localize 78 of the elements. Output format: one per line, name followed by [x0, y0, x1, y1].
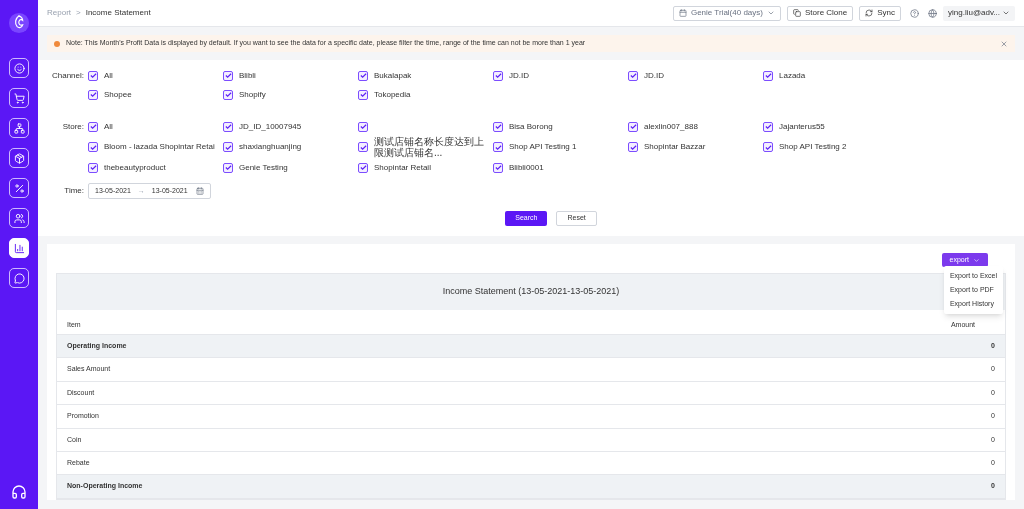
checkbox-label: Genie Testing	[239, 161, 288, 174]
checkbox-label: Bisa Borong	[509, 120, 553, 133]
checkbox-label: Blibli0001	[509, 161, 544, 174]
checkbox-label: Shopintar Bazzar	[644, 141, 706, 153]
user-menu[interactable]: ying.liu@adv...	[943, 5, 1015, 21]
checkbox-label: Bukalapak	[374, 69, 412, 82]
checkbox-label: Tokopedia	[374, 88, 411, 101]
checkbox-label: Shopify	[239, 88, 266, 101]
breadcrumb-current: Income Statement	[85, 7, 151, 19]
checkbox-label: Blibli	[239, 69, 256, 82]
checkbox[interactable]	[88, 142, 98, 152]
checkbox[interactable]	[628, 121, 638, 132]
checkbox[interactable]	[88, 121, 98, 132]
checkbox-label: JD_ID_10007945	[239, 120, 302, 133]
chat-icon[interactable]	[9, 268, 29, 288]
copy-icon	[792, 9, 801, 17]
checkbox[interactable]	[628, 70, 638, 81]
checkbox[interactable]	[223, 121, 233, 132]
help-icon[interactable]	[910, 8, 919, 18]
calendar-icon	[678, 9, 687, 17]
checkbox-label: JD.ID	[509, 69, 529, 82]
users-icon[interactable]	[9, 208, 29, 228]
checkbox-label: All	[104, 120, 113, 133]
chart-icon[interactable]	[9, 238, 29, 258]
checkbox-label: alexlin007_888	[644, 120, 698, 133]
checkbox-label: Shop API Testing 1	[509, 141, 577, 153]
checkbox[interactable]	[493, 121, 503, 132]
filter-label: Store:	[61, 121, 85, 133]
smile-icon[interactable]	[9, 58, 29, 78]
headset-icon[interactable]	[11, 484, 27, 500]
checkbox-label: Shopee	[104, 88, 132, 101]
checkbox[interactable]	[223, 162, 233, 173]
percent-icon[interactable]	[9, 178, 29, 198]
checkbox-label: Bloom - lazada Shopintar Retai	[104, 141, 215, 153]
checkbox[interactable]	[88, 89, 98, 100]
checkbox-label: Jajanterus55	[779, 120, 825, 133]
breadcrumb-separator: >	[76, 7, 81, 19]
hierarchy-icon[interactable]	[9, 118, 29, 138]
checkbox[interactable]	[493, 70, 503, 81]
checkbox-label: Shopintar Retail	[374, 161, 431, 174]
checkbox[interactable]	[628, 142, 638, 152]
checkbox-label: JD.ID	[644, 69, 664, 82]
checkbox[interactable]	[493, 162, 503, 173]
checkbox[interactable]	[358, 162, 368, 173]
checkbox[interactable]	[358, 89, 368, 100]
checkbox[interactable]	[763, 121, 773, 132]
checkbox[interactable]	[358, 121, 368, 132]
chevron-down-icon	[766, 9, 775, 17]
checkbox-label: thebeautyproduct	[104, 161, 166, 174]
cart-icon[interactable]	[9, 88, 29, 108]
checkbox[interactable]	[763, 142, 773, 152]
chevron-down-icon	[973, 256, 980, 264]
refresh-icon	[865, 9, 874, 17]
checkbox[interactable]	[88, 162, 98, 173]
sync-button[interactable]: Sync	[859, 5, 901, 21]
checkbox[interactable]	[358, 70, 368, 81]
warning-icon	[54, 40, 60, 47]
checkbox-label: Shop API Testing 2	[779, 141, 847, 153]
checkbox-label: Lazada	[779, 69, 806, 82]
checkbox[interactable]	[88, 70, 98, 81]
calendar-icon[interactable]	[196, 187, 204, 195]
globe-icon[interactable]	[928, 8, 937, 18]
checkbox-label: shaxianghuanjing	[239, 141, 302, 153]
checkbox[interactable]	[358, 142, 368, 152]
filter-label: Time:	[63, 185, 85, 197]
checkbox[interactable]	[493, 142, 503, 152]
checkbox[interactable]	[763, 70, 773, 81]
checkbox[interactable]	[223, 70, 233, 81]
chevron-down-icon	[1002, 9, 1010, 17]
checkbox-label: 测试店铺名称长度达到上限测试店铺名...	[374, 136, 485, 158]
checkbox-label: All	[104, 69, 113, 82]
store-clone-button[interactable]: Store Clone	[786, 5, 854, 21]
filter-label: Channel:	[50, 70, 85, 82]
plan-dropdown[interactable]: Genie Trial(40 days)	[672, 5, 781, 21]
checkbox[interactable]	[223, 142, 233, 152]
logo-icon	[8, 12, 30, 34]
checkbox[interactable]	[223, 89, 233, 100]
box-icon[interactable]	[9, 148, 29, 168]
